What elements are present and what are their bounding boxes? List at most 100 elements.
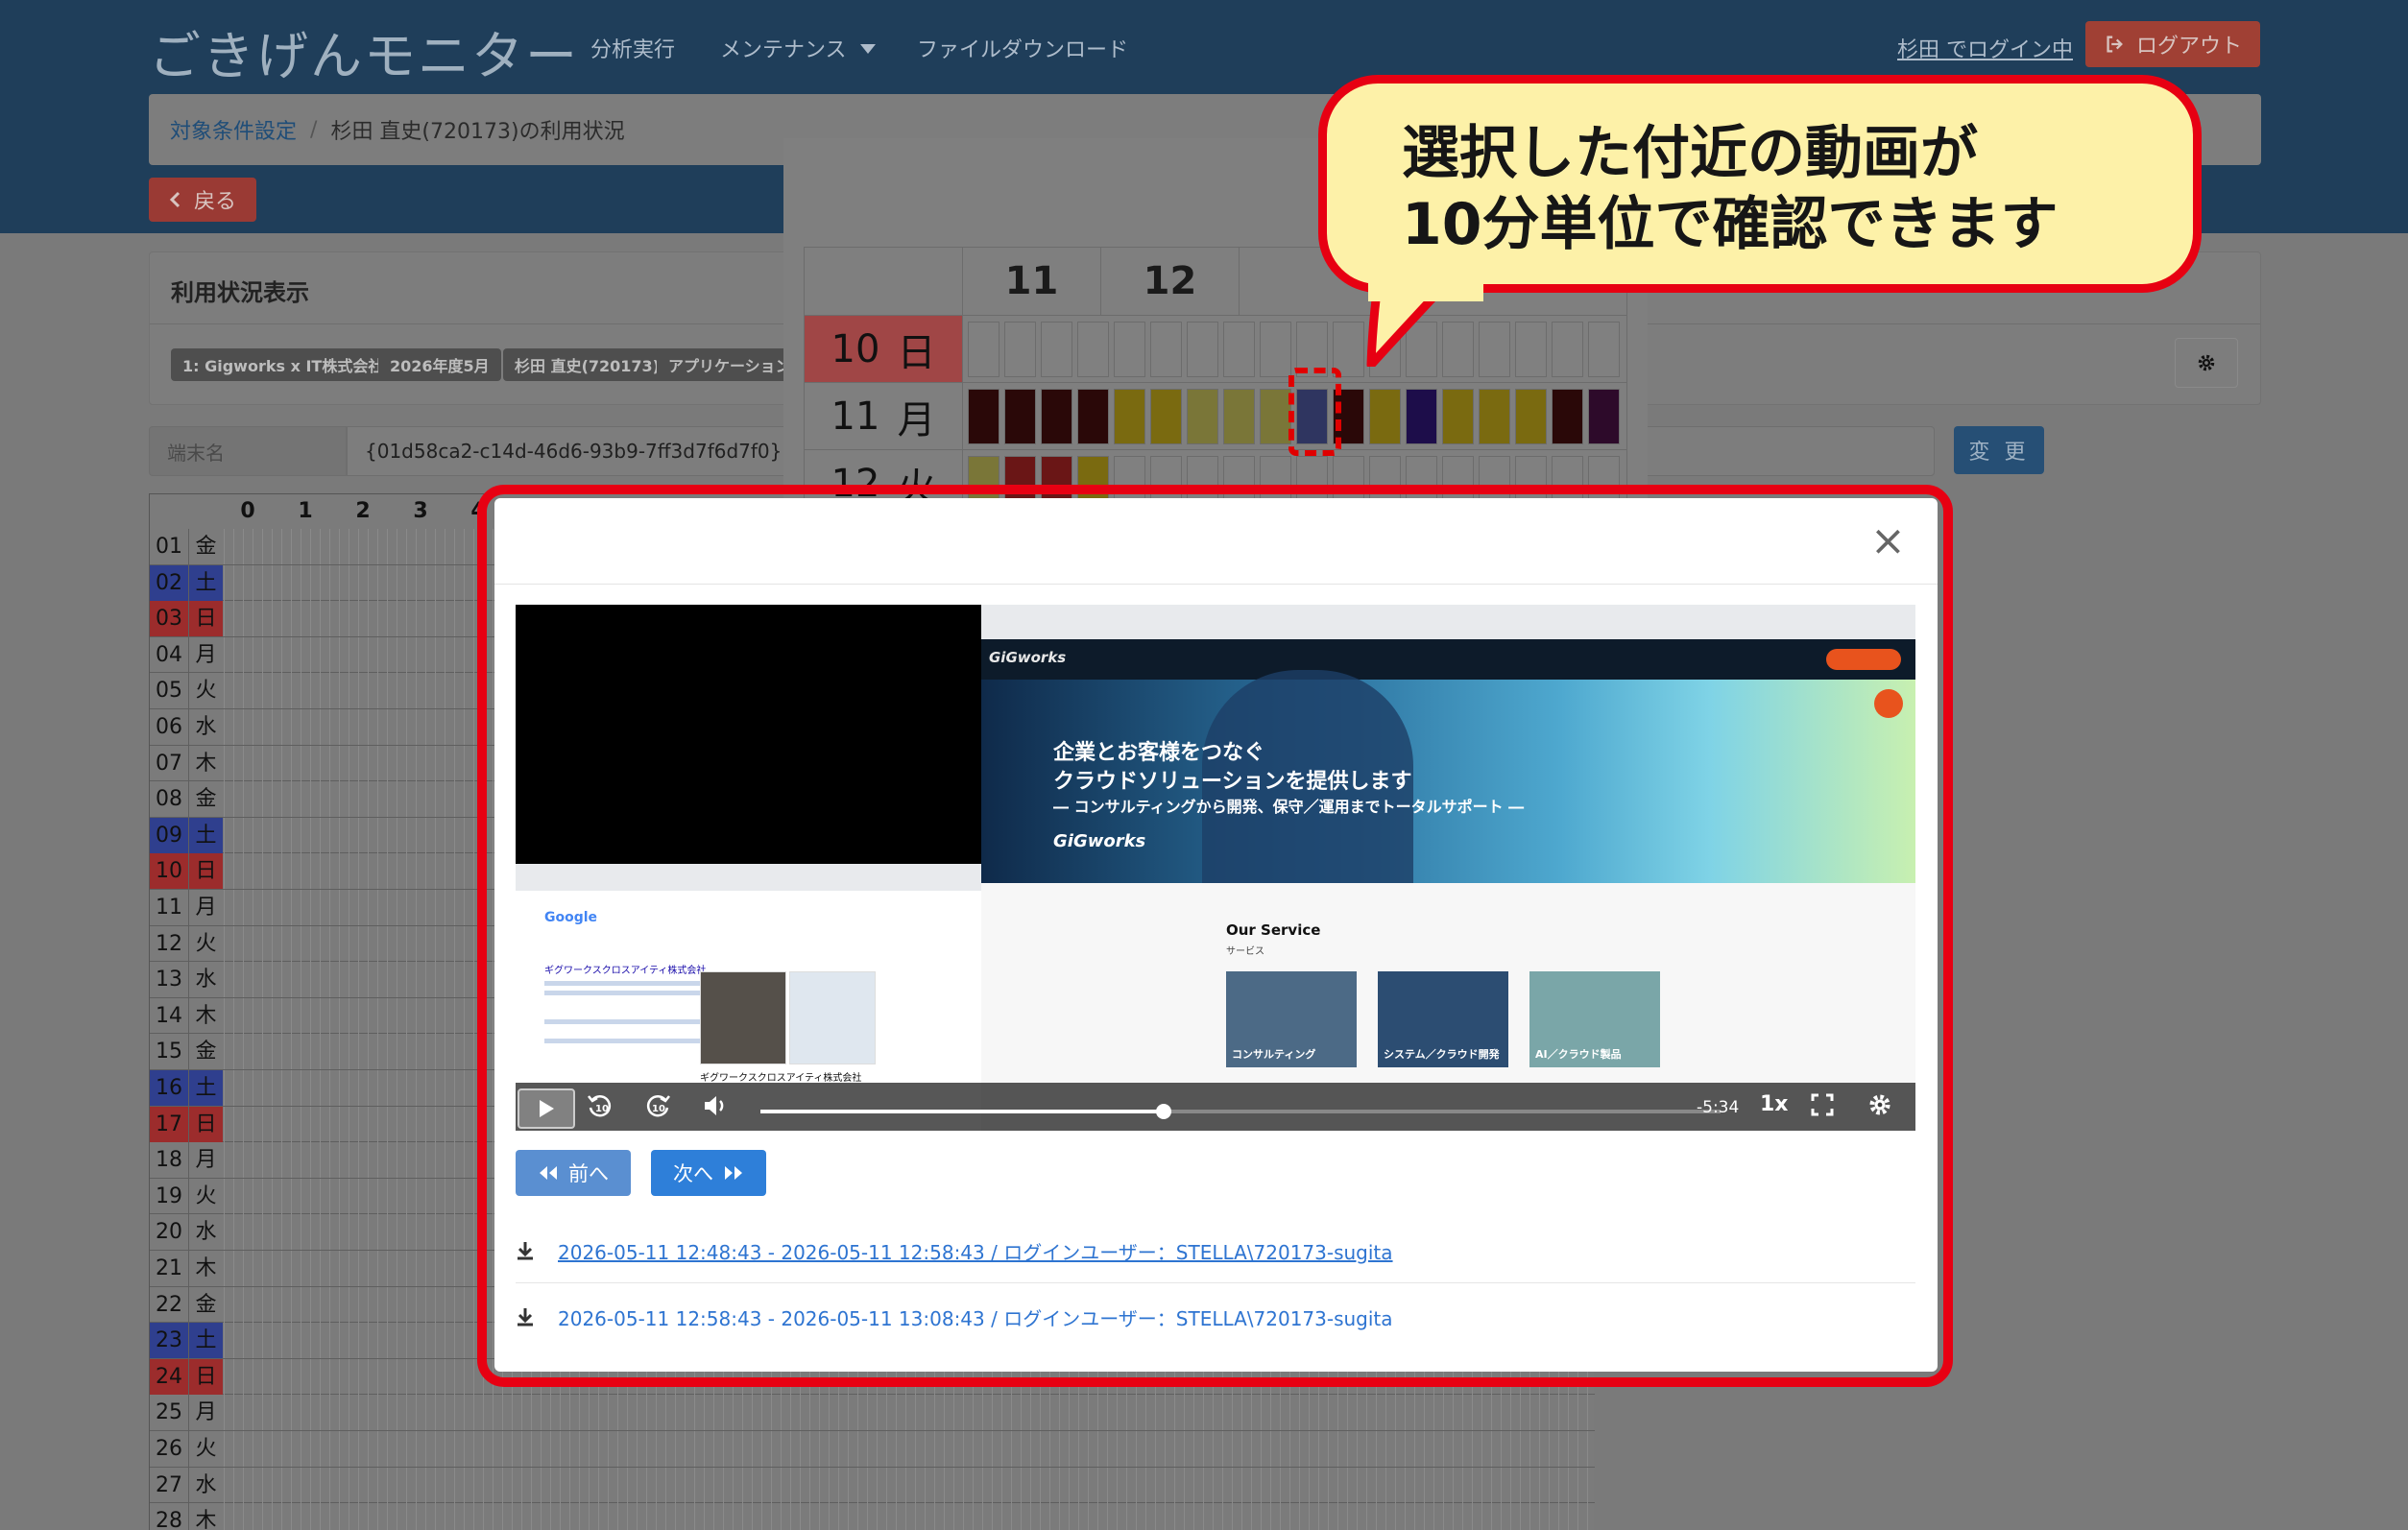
logout-button[interactable]: ログアウト xyxy=(2085,21,2260,67)
modal-header-divider xyxy=(494,584,1938,585)
zoom-time-cell[interactable] xyxy=(1588,389,1620,444)
zoom-time-cell[interactable] xyxy=(1187,322,1218,377)
play-button[interactable] xyxy=(518,1088,575,1129)
grid-weekday: 金 xyxy=(188,529,223,564)
video-service-title: Our Service xyxy=(1226,921,1321,939)
zoom-time-cell[interactable] xyxy=(968,322,999,377)
grid-day-number: 22 xyxy=(156,1292,182,1317)
zoom-time-cell[interactable] xyxy=(1552,322,1583,377)
zoom-time-cell[interactable] xyxy=(1479,389,1510,444)
next-button[interactable]: 次へ xyxy=(651,1150,766,1196)
grid-day-number: 19 xyxy=(156,1183,182,1208)
fullscreen-icon xyxy=(1811,1093,1834,1116)
forward-10-button[interactable]: 10 xyxy=(644,1092,671,1125)
zoom-day-label: 11 月 xyxy=(805,383,963,450)
chevron-down-icon xyxy=(859,44,876,54)
video-service-card: システム／クラウド開発 xyxy=(1378,971,1508,1067)
double-chevron-left-icon xyxy=(540,1166,557,1180)
zoom-time-cell[interactable] xyxy=(1515,389,1547,444)
settings-button[interactable] xyxy=(2175,338,2238,388)
zoom-time-cell[interactable] xyxy=(1369,389,1401,444)
zoom-time-cell[interactable] xyxy=(1552,389,1583,444)
nav-maintenance[interactable]: メンテナンス xyxy=(720,33,876,63)
zoom-time-cell[interactable] xyxy=(1041,322,1072,377)
zoom-time-cell[interactable] xyxy=(1041,389,1072,444)
breadcrumb-parent[interactable]: 対象条件設定 xyxy=(170,114,297,145)
app-brand[interactable]: ごきげんモニター xyxy=(149,13,579,89)
nav-file-download[interactable]: ファイルダウンロード xyxy=(917,33,1128,63)
video-service-label: コンサルティング xyxy=(1232,1048,1316,1061)
zoom-time-cell[interactable] xyxy=(1150,389,1182,444)
video-settings-button[interactable] xyxy=(1867,1092,1892,1123)
video-hero-line-2: クラウドソリューションを提供します xyxy=(1053,770,1412,794)
grid-weekday: 日 xyxy=(188,1106,223,1142)
rewind-10-icon: 10 xyxy=(588,1095,612,1117)
zoom-time-cell[interactable] xyxy=(1114,322,1145,377)
zoom-time-cell[interactable] xyxy=(1077,322,1109,377)
video-black-region xyxy=(516,605,981,864)
grid-time-cells[interactable] xyxy=(224,1503,1595,1530)
zoom-weekday: 月 xyxy=(897,398,936,442)
grid-day-number: 20 xyxy=(156,1220,182,1245)
video-service-label: AI／クラウド製品 xyxy=(1535,1048,1622,1061)
zoom-time-cell[interactable] xyxy=(1187,389,1218,444)
zoom-day-number: 10 xyxy=(831,327,880,371)
grid-weekday: 火 xyxy=(188,1178,223,1214)
grid-time-cells[interactable] xyxy=(224,1467,1595,1503)
grid-day-number: 26 xyxy=(156,1437,182,1461)
download-icon[interactable] xyxy=(516,1240,535,1261)
zoom-time-cell[interactable] xyxy=(1114,389,1145,444)
video-hero-badge xyxy=(1874,689,1903,718)
grid-day-number: 10 xyxy=(150,853,188,890)
nav-analysis[interactable]: 分析実行 xyxy=(590,33,675,63)
video-player[interactable]: GiGworks 企業とお客様をつなぐ クラウドソリューションを提供します ― … xyxy=(516,605,1915,1131)
grid-day-number: 17 xyxy=(150,1106,188,1142)
zoom-time-cell[interactable] xyxy=(1406,389,1437,444)
grid-weekday: 水 xyxy=(188,962,223,998)
grid-time-cells[interactable] xyxy=(224,1395,1595,1431)
video-progress-knob[interactable] xyxy=(1156,1104,1171,1119)
rewind-10-button[interactable]: 10 xyxy=(587,1092,614,1125)
zoom-time-cell[interactable] xyxy=(1150,322,1182,377)
zoom-time-cell[interactable] xyxy=(1260,322,1291,377)
download-divider xyxy=(516,1282,1915,1283)
grid-day-number: 28 xyxy=(156,1509,182,1530)
grid-weekday: 月 xyxy=(188,1395,223,1431)
zoom-time-cell[interactable] xyxy=(1077,389,1109,444)
fullscreen-button[interactable] xyxy=(1810,1092,1835,1123)
google-browser-bar xyxy=(516,864,981,891)
zoom-time-cell[interactable] xyxy=(1004,389,1036,444)
grid-day-row: 27 水 xyxy=(150,1467,1595,1504)
grid-weekday: 日 xyxy=(188,1358,223,1395)
zoom-time-cell[interactable] xyxy=(1515,322,1547,377)
grid-hour-header: 2 xyxy=(355,499,371,523)
video-hero-logo: GiGworks xyxy=(1053,831,1146,851)
back-button[interactable]: 戻る xyxy=(149,178,256,222)
download-link[interactable]: 2026-05-11 12:58:43 - 2026-05-11 13:08:4… xyxy=(558,1303,1393,1331)
login-user-link[interactable]: 杉田 でログイン中 xyxy=(1897,33,2073,63)
svg-text:10: 10 xyxy=(595,1104,609,1114)
grid-time-cells[interactable] xyxy=(224,1431,1595,1467)
volume-button[interactable] xyxy=(702,1092,729,1125)
zoom-time-cell[interactable] xyxy=(1223,322,1255,377)
download-link[interactable]: 2026-05-11 12:48:43 - 2026-05-11 12:58:4… xyxy=(558,1237,1393,1265)
grid-day-number: 12 xyxy=(156,931,182,956)
forward-10-icon: 10 xyxy=(646,1095,670,1117)
grid-day-number: 25 xyxy=(156,1400,182,1425)
playback-speed-button[interactable]: 1x xyxy=(1760,1092,1789,1116)
zoom-time-cell[interactable] xyxy=(1223,389,1255,444)
grid-day-number: 11 xyxy=(156,896,182,920)
zoom-time-cell[interactable] xyxy=(1004,322,1036,377)
grid-day-number: 18 xyxy=(156,1148,182,1173)
zoom-time-cell[interactable] xyxy=(1442,389,1474,444)
prev-button[interactable]: 前へ xyxy=(516,1150,631,1196)
video-progress-track[interactable] xyxy=(760,1104,1721,1119)
zoom-time-cell[interactable] xyxy=(1260,389,1291,444)
grid-weekday: 金 xyxy=(188,781,223,818)
zoom-time-cell[interactable] xyxy=(968,389,999,444)
video-site-nav: GiGworks xyxy=(981,639,1915,680)
download-icon[interactable] xyxy=(516,1306,535,1327)
zoom-time-cell[interactable] xyxy=(1588,322,1620,377)
change-button[interactable]: 変 更 xyxy=(1954,426,2044,474)
close-icon[interactable]: × xyxy=(1870,520,1906,562)
